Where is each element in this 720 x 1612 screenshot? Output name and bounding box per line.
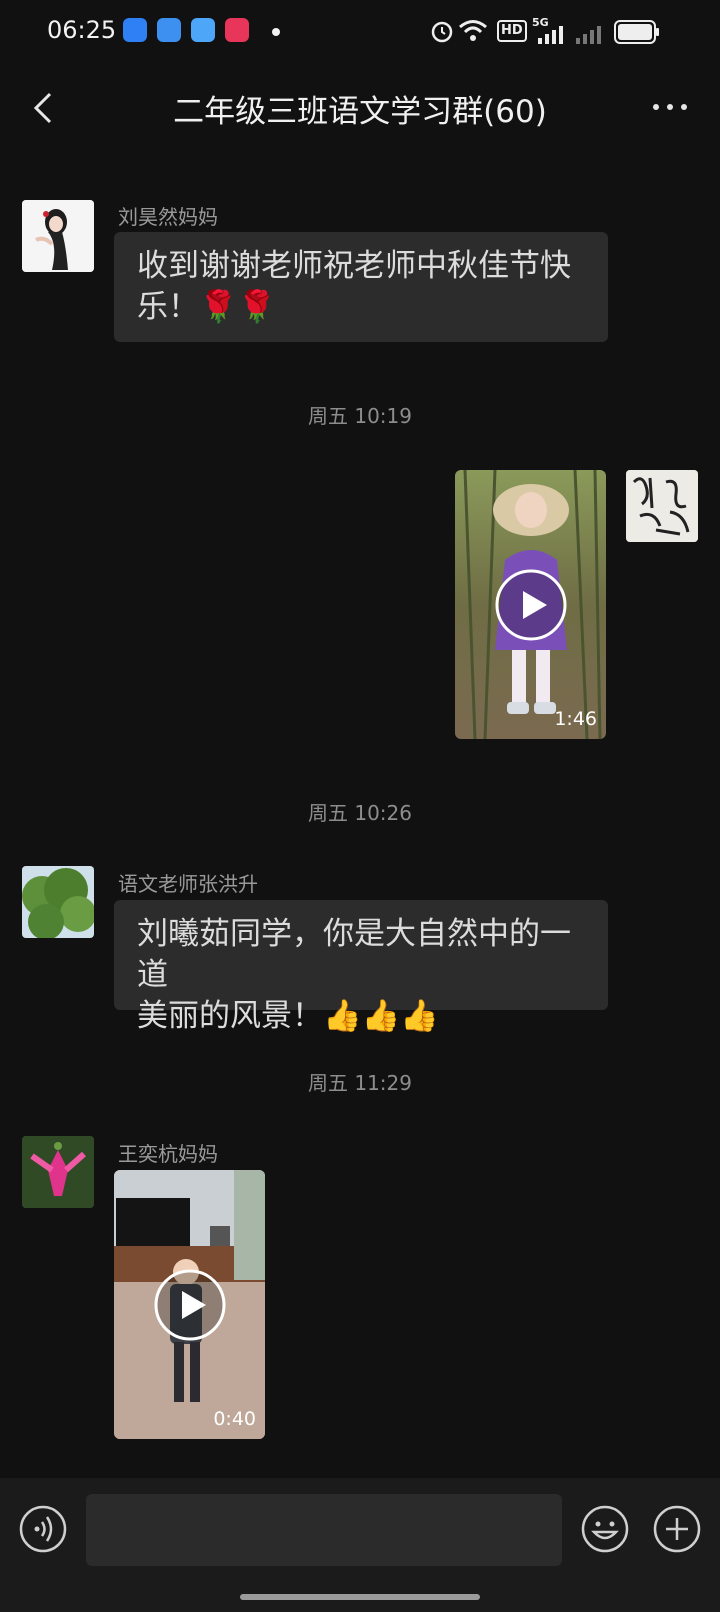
battery-icon (614, 20, 659, 44)
avatar[interactable] (22, 866, 94, 938)
message-text-line: 美丽的风景！👍👍👍 (137, 998, 439, 1034)
avatar[interactable] (22, 1136, 94, 1208)
home-indicator[interactable] (240, 1594, 480, 1600)
my-avatar[interactable] (626, 470, 698, 542)
timestamp: 周五 10:19 (308, 404, 412, 428)
video-duration: 1:46 (554, 708, 597, 730)
video-play-icon (225, 18, 249, 42)
chat-input-bar (0, 1478, 720, 1612)
message-text-line: 乐！🌹🌹 (137, 289, 277, 325)
cloud-weather-icon (157, 18, 181, 42)
5g-signal-icon (538, 26, 563, 44)
qq-browser-icon (191, 18, 215, 42)
blue-app-icon (123, 18, 147, 42)
message-bubble[interactable]: 收到谢谢老师祝老师中秋佳节快 乐！🌹🌹 (114, 232, 608, 342)
plus-icon[interactable] (652, 1504, 702, 1554)
avatar[interactable] (22, 200, 94, 272)
hd-icon: HD (497, 20, 527, 42)
more-options-icon[interactable] (650, 92, 690, 122)
status-time: 06:25 (47, 16, 117, 44)
message-text-line: 收到谢谢老师祝老师中秋佳节快 (137, 248, 571, 284)
chat-header: 二年级三班语文学习群(60) (0, 70, 720, 146)
message-bubble[interactable]: 刘曦茹同学，你是大自然中的一道 美丽的风景！👍👍👍 (114, 900, 608, 1034)
message-input[interactable] (86, 1494, 562, 1566)
message-text-line: 刘曦茹同学，你是大自然中的一道 (137, 916, 571, 993)
signal-icon (576, 26, 601, 44)
play-icon[interactable] (154, 1269, 226, 1341)
group-title: 二年级三班语文学习群(60) (173, 94, 547, 130)
timestamp: 周五 11:29 (308, 1071, 412, 1095)
alarm-icon (431, 21, 453, 43)
video-message[interactable]: 0:40 (114, 1170, 265, 1439)
voice-input-icon[interactable] (18, 1504, 68, 1554)
status-bar: 06:25 HD 5G (0, 0, 720, 66)
notification-dot-icon (272, 28, 280, 36)
wifi-icon (459, 20, 487, 41)
play-icon[interactable] (495, 569, 567, 641)
video-message[interactable]: 1:46 (455, 470, 606, 739)
sender-name: 语文老师张洪升 (118, 872, 258, 896)
timestamp: 周五 10:26 (308, 801, 412, 825)
sender-name: 刘昊然妈妈 (118, 205, 218, 229)
scrolled-timestamp-fragment (300, 138, 356, 150)
sender-name: 王奕杭妈妈 (118, 1142, 218, 1166)
emoji-icon[interactable] (580, 1504, 630, 1554)
video-duration: 0:40 (213, 1408, 256, 1430)
